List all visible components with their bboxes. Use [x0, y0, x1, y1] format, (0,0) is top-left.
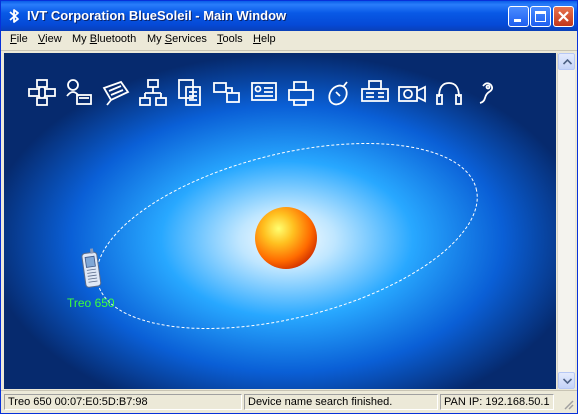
close-button[interactable]	[553, 6, 574, 27]
my-device-sphere[interactable]	[255, 207, 317, 269]
menu-view[interactable]: View	[38, 33, 62, 45]
menu-label: iew	[45, 33, 62, 45]
menu-file[interactable]: File	[10, 33, 28, 45]
minimize-icon	[514, 19, 521, 22]
window-title: IVT Corporation BlueSoleil - Main Window	[27, 8, 287, 23]
menu-label: My	[147, 33, 165, 45]
menu-my-services[interactable]: My Services	[147, 33, 207, 45]
menu-bar: File View My Bluetooth My Services Tools…	[1, 31, 577, 51]
menu-label: elp	[260, 33, 276, 45]
menu-label-accel: S	[164, 33, 173, 45]
maximize-button[interactable]	[530, 6, 551, 27]
menu-label-accel: B	[89, 33, 98, 45]
main-window: IVT Corporation BlueSoleil - Main Window…	[0, 0, 578, 414]
resize-grip-icon[interactable]	[561, 397, 575, 411]
status-pan-ip: PAN IP: 192.168.50.1	[440, 394, 554, 410]
phone-device-icon[interactable]	[81, 248, 102, 288]
maximize-icon	[535, 11, 546, 22]
vertical-scrollbar[interactable]	[557, 53, 575, 389]
menu-my-bluetooth[interactable]: My Bluetooth	[72, 33, 136, 45]
menu-label: ervices	[172, 33, 207, 45]
menu-label-accel: H	[253, 33, 261, 45]
scroll-up-button[interactable]	[558, 53, 575, 70]
menu-label: My	[72, 33, 90, 45]
chevron-up-icon	[563, 59, 572, 65]
scroll-down-button[interactable]	[558, 372, 575, 389]
device-scene	[81, 143, 478, 329]
close-icon	[558, 11, 569, 22]
menu-label: ools	[222, 33, 243, 45]
device-label[interactable]: Treo 650	[67, 296, 115, 310]
status-device-info: Treo 650 00:07:E0:5D:B7:98	[4, 394, 242, 410]
status-message: Device name search finished.	[244, 394, 438, 410]
menu-tools[interactable]: Tools	[217, 33, 243, 45]
status-bar: Treo 650 00:07:E0:5D:B7:98 Device name s…	[1, 390, 577, 413]
menu-label-accel: F	[10, 33, 17, 45]
device-map[interactable]: Treo 650	[4, 53, 556, 389]
chevron-down-icon	[563, 378, 572, 384]
menu-help[interactable]: Help	[253, 33, 276, 45]
menu-label: ile	[16, 33, 28, 45]
bluetooth-icon	[9, 9, 19, 23]
menu-label: luetooth	[97, 33, 137, 45]
minimize-button[interactable]	[508, 6, 529, 27]
title-bar[interactable]: IVT Corporation BlueSoleil - Main Window	[1, 1, 577, 31]
